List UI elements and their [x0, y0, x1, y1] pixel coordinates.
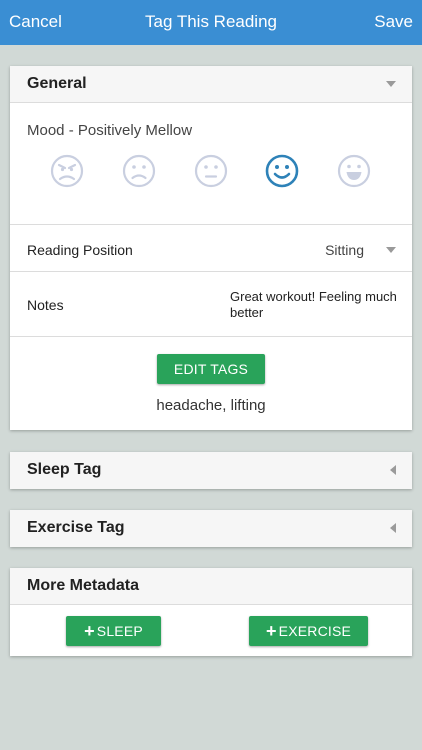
tags-value: headache, lifting	[156, 397, 266, 414]
save-button[interactable]: Save	[374, 12, 413, 32]
navbar: Cancel Tag This Reading Save	[0, 0, 422, 45]
chevron-down-icon	[386, 81, 396, 87]
mood-sad-icon[interactable]	[122, 154, 156, 188]
plus-icon: +	[84, 621, 95, 641]
exercise-tag-header[interactable]: Exercise Tag	[10, 510, 412, 547]
reading-position-select[interactable]: Sitting	[325, 242, 364, 258]
page-title: Tag This Reading	[145, 12, 277, 31]
chevron-left-icon	[390, 465, 396, 475]
sleep-tag-header[interactable]: Sleep Tag	[10, 452, 412, 489]
exercise-tag-card[interactable]: Exercise Tag	[10, 510, 412, 547]
chevron-left-icon	[390, 523, 396, 533]
more-metadata-card: More Metadata + SLEEP + EXERCISE	[10, 568, 412, 656]
add-sleep-label: SLEEP	[96, 623, 143, 639]
add-exercise-button[interactable]: + EXERCISE	[249, 616, 368, 646]
reading-position-label: Reading Position	[27, 242, 133, 258]
mood-happy-icon[interactable]	[265, 154, 299, 188]
mood-label: Mood - Positively Mellow	[27, 122, 193, 139]
sleep-tag-card[interactable]: Sleep Tag	[10, 452, 412, 489]
divider	[10, 224, 412, 225]
more-metadata-title: More Metadata	[27, 577, 140, 594]
mood-neutral-icon[interactable]	[194, 154, 228, 188]
general-card: General Mood - Positively Mellow Reading…	[10, 66, 412, 430]
general-title: General	[27, 75, 87, 92]
divider	[10, 271, 412, 272]
notes-field[interactable]: Great workout! Feeling much better	[230, 289, 400, 321]
general-header[interactable]: General	[10, 66, 412, 103]
exercise-tag-title: Exercise Tag	[27, 519, 125, 536]
mood-very-happy-icon[interactable]	[337, 154, 371, 188]
plus-icon: +	[265, 621, 277, 641]
add-sleep-button[interactable]: + SLEEP	[66, 616, 161, 646]
edit-tags-button[interactable]: EDIT TAGS	[157, 354, 265, 384]
add-exercise-label: EXERCISE	[278, 623, 352, 639]
divider	[10, 336, 412, 337]
more-metadata-header: More Metadata	[10, 568, 412, 605]
sleep-tag-title: Sleep Tag	[27, 461, 102, 478]
chevron-down-icon[interactable]	[386, 247, 396, 253]
notes-label: Notes	[27, 297, 64, 313]
mood-angry-icon[interactable]	[50, 154, 84, 188]
